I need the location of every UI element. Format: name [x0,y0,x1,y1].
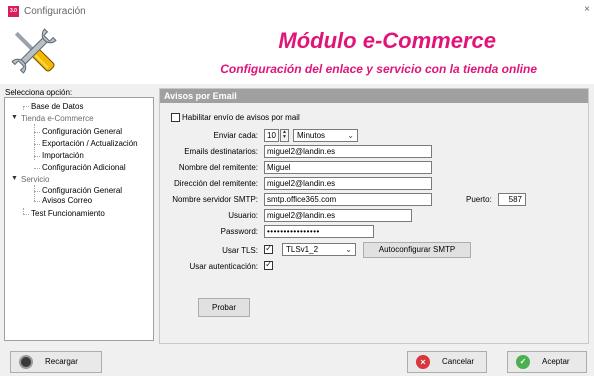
smtp-server-field[interactable]: smtp.office365.com [264,193,432,206]
tree-item-config-general[interactable]: Configuración General [42,127,122,136]
stepper-down-icon[interactable]: ▼ [281,135,288,140]
tree-line [34,185,35,201]
tls-version-value: TLSv1_2 [286,245,319,254]
sender-name-label: Nombre del remitente: [178,163,258,172]
reload-button-label: Recargar [45,357,78,366]
chevron-down-icon[interactable]: ▼ [11,175,18,182]
autoconfigure-smtp-button[interactable]: Autoconfigurar SMTP [363,242,471,258]
banner-title: Módulo e-Commerce [278,28,496,53]
options-tree[interactable]: Base de Datos ▼ Tienda e-Commerce Config… [4,97,154,341]
password-field[interactable]: •••••••••••••••• [264,225,374,238]
cancel-icon: × [416,355,430,369]
send-every-unit-select[interactable]: Minutos ⌄ [293,129,358,142]
tls-checkbox[interactable] [264,243,273,254]
enable-email-checkbox[interactable] [171,113,180,122]
password-label: Password: [220,227,258,236]
tree-item-avisos-correo[interactable]: Avisos Correo [42,196,92,205]
tree-item-servicio[interactable]: Servicio [21,175,49,184]
tree-line [23,214,29,215]
send-every-unit-value: Minutos [297,131,326,140]
banner-subtitle: Configuración del enlace y servicio con … [220,62,537,76]
smtp-server-label: Nombre servidor SMTP: [172,195,258,204]
tree-line [34,201,40,202]
tree-item-base-datos[interactable]: Base de Datos [31,102,83,111]
port-field[interactable]: 587 [498,193,526,206]
sender-address-label: Dirección del remitente: [173,179,258,188]
tree-line [23,106,29,107]
reload-icon [19,355,33,369]
chevron-down-icon: ⌄ [345,245,352,254]
tree-line [34,168,40,169]
reload-button[interactable]: Recargar [10,351,102,373]
tree-item-servicio-config[interactable]: Configuración General [42,186,122,195]
recipients-label: Emails destinatarios: [184,147,258,156]
close-button[interactable]: × [582,4,592,15]
user-field[interactable]: miguel2@landin.es [264,209,412,222]
cancel-button[interactable]: × Cancelar [407,351,487,373]
tree-item-tienda[interactable]: Tienda e-Commerce [21,114,94,123]
auth-label: Usar autenticación: [189,262,258,271]
send-every-label: Enviar cada: [213,131,258,140]
chevron-down-icon[interactable]: ▼ [11,114,18,121]
tree-line [34,156,40,157]
send-every-stepper[interactable]: ▲ ▼ [280,129,289,142]
send-every-input[interactable]: 10 [264,129,279,142]
tree-item-exportacion[interactable]: Exportación / Actualización [42,139,138,148]
test-button[interactable]: Probar [198,298,250,317]
tree-item-importacion[interactable]: Importación [42,151,84,160]
auth-checkbox[interactable] [264,259,273,270]
tree-line [34,132,40,133]
sidebar-label: Selecciona opción: [5,88,73,97]
wrench-screwdriver-icon [6,24,62,80]
accept-button-label: Aceptar [542,357,570,366]
enable-email-label: Habilitar envío de avisos por mail [182,113,300,122]
accept-button[interactable]: ✓ Aceptar [507,351,587,373]
tls-version-select[interactable]: TLSv1_2 ⌄ [282,243,356,256]
port-label: Puerto: [466,195,492,204]
tree-line [34,144,40,145]
tree-line [34,124,35,160]
tls-label: Usar TLS: [222,246,258,255]
app-icon: 3.0 [8,6,19,17]
tree-item-test[interactable]: Test Funcionamiento [31,209,105,218]
cancel-button-label: Cancelar [442,357,475,366]
user-label: Usuario: [228,211,258,220]
sender-name-field[interactable]: Miguel [264,161,432,174]
sender-address-field[interactable]: miguel2@landin.es [264,177,432,190]
tree-line [34,191,40,192]
check-icon: ✓ [516,355,530,369]
chevron-down-icon: ⌄ [347,131,354,140]
title-bar: 3.0 Configuración × [0,0,594,22]
window-title: Configuración [24,6,86,17]
email-settings-panel: Avisos por Email Habilitar envío de avis… [159,88,589,344]
panel-header: Avisos por Email [160,89,588,103]
tree-item-config-adicional[interactable]: Configuración Adicional [42,163,126,172]
recipients-field[interactable]: miguel2@landin.es [264,145,432,158]
banner: Módulo e-Commerce Configuración del enla… [0,22,594,84]
